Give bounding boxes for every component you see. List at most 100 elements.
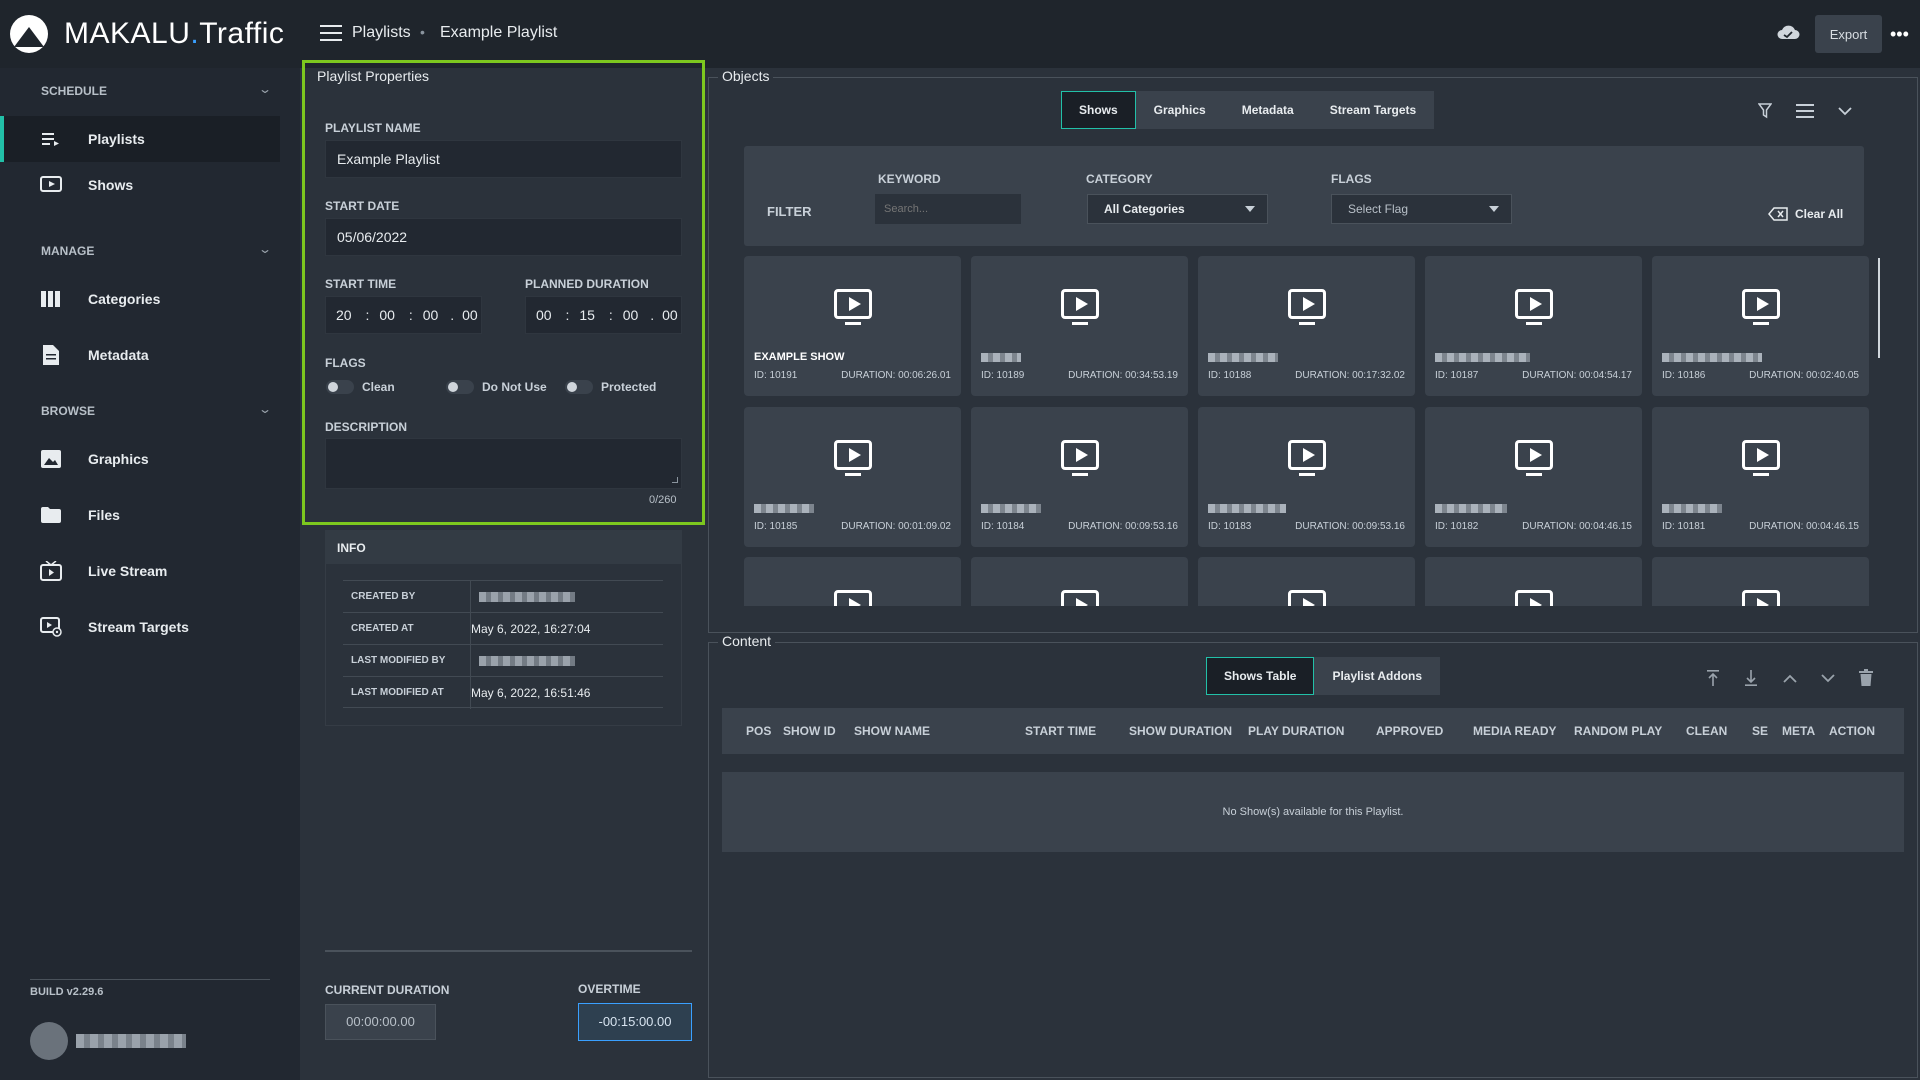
- column-header[interactable]: META: [1782, 724, 1815, 738]
- more-options-icon[interactable]: •••: [1890, 24, 1909, 45]
- show-card[interactable]: [1425, 557, 1642, 606]
- show-card[interactable]: ID: 10183 DURATION: 00:09:53.16: [1198, 407, 1415, 547]
- column-header[interactable]: SHOW NAME: [854, 724, 930, 738]
- time-seconds[interactable]: 00: [423, 307, 439, 323]
- column-header[interactable]: SE: [1752, 724, 1768, 738]
- show-duration: DURATION: 00:17:32.02: [1295, 370, 1405, 381]
- cloud-icon[interactable]: [1776, 24, 1800, 40]
- show-card[interactable]: EXAMPLE SHOW ID: 10191 DURATION: 00:06:26.…: [744, 256, 961, 396]
- show-duration: DURATION: 00:34:53.19: [1068, 370, 1178, 381]
- clean-toggle[interactable]: [326, 380, 354, 394]
- move-down-icon[interactable]: [1821, 674, 1835, 683]
- menu-icon[interactable]: [320, 25, 342, 43]
- chevron-down-icon[interactable]: ⌄: [258, 82, 272, 96]
- section-manage[interactable]: MANAGE: [41, 244, 94, 258]
- playlist-name-field[interactable]: Example Playlist: [325, 140, 682, 178]
- description-label: DESCRIPTION: [325, 420, 408, 434]
- do-not-use-toggle[interactable]: [446, 380, 474, 394]
- tab-stream-targets[interactable]: Stream Targets: [1311, 91, 1435, 129]
- sidebar-item-categories[interactable]: Categories: [0, 276, 280, 322]
- breadcrumb-playlists[interactable]: Playlists: [352, 24, 411, 42]
- time-hours[interactable]: 20: [336, 307, 352, 323]
- sidebar-item-shows[interactable]: Shows: [0, 162, 280, 208]
- duration-hours[interactable]: 00: [536, 307, 552, 323]
- start-time-field[interactable]: 20 :00 :00 . 00: [325, 296, 482, 334]
- column-header[interactable]: SHOW ID: [783, 724, 836, 738]
- column-header[interactable]: APPROVED: [1376, 724, 1443, 738]
- keyword-label: KEYWORD: [878, 172, 941, 186]
- duration-minutes[interactable]: 15: [579, 307, 595, 323]
- show-card[interactable]: [1198, 557, 1415, 606]
- tab-playlist-addons[interactable]: Playlist Addons: [1314, 657, 1441, 695]
- sidebar-item-playlists[interactable]: Playlists: [0, 116, 280, 162]
- protected-toggle[interactable]: [565, 380, 593, 394]
- sidebar-item-graphics[interactable]: Graphics: [0, 436, 280, 482]
- section-schedule[interactable]: SCHEDULE: [41, 84, 107, 98]
- column-header[interactable]: SHOW DURATION: [1129, 724, 1232, 738]
- chevron-down-icon[interactable]: ⌄: [258, 402, 272, 416]
- column-header[interactable]: CLEAN: [1686, 724, 1727, 738]
- clear-all-button[interactable]: Clear All: [1795, 207, 1843, 221]
- sidebar-item-label: Playlists: [88, 131, 145, 147]
- show-card[interactable]: ID: 10185 DURATION: 00:01:09.02: [744, 407, 961, 547]
- column-header[interactable]: ACTION: [1829, 724, 1875, 738]
- show-card[interactable]: ID: 10184 DURATION: 00:09:53.16: [971, 407, 1188, 547]
- column-header[interactable]: MEDIA READY: [1473, 724, 1557, 738]
- description-counter: 0/260: [649, 494, 677, 506]
- sidebar-item-label: Categories: [88, 291, 161, 307]
- column-header[interactable]: PLAY DURATION: [1248, 724, 1344, 738]
- column-header[interactable]: RANDOM PLAY: [1574, 724, 1662, 738]
- category-select-value: All Categories: [1104, 202, 1185, 216]
- show-card[interactable]: [744, 557, 961, 606]
- show-card[interactable]: ID: 10181 DURATION: 00:04:46.15: [1652, 407, 1869, 547]
- show-card[interactable]: ID: 10187 DURATION: 00:04:54.17: [1425, 256, 1642, 396]
- flags-select[interactable]: Select Flag: [1331, 194, 1512, 224]
- video-play-icon: [1515, 590, 1553, 606]
- clear-filter-icon[interactable]: [1768, 207, 1788, 221]
- divider: [30, 979, 270, 980]
- tab-shows-table[interactable]: Shows Table: [1206, 657, 1315, 695]
- show-card[interactable]: [971, 557, 1188, 606]
- sidebar-item-metadata[interactable]: Metadata: [0, 332, 280, 378]
- app-logo[interactable]: MAKALU.Traffic: [0, 0, 300, 68]
- move-to-top-icon[interactable]: [1706, 670, 1720, 686]
- time-frames[interactable]: 00: [462, 307, 478, 323]
- scrollbar[interactable]: [1878, 258, 1880, 358]
- column-header[interactable]: START TIME: [1025, 724, 1096, 738]
- start-date-field[interactable]: 05/06/2022: [325, 218, 682, 256]
- duration-frames[interactable]: 00: [662, 307, 678, 323]
- list-view-icon[interactable]: [1796, 104, 1814, 118]
- content-tabs: Shows Table Playlist Addons: [1206, 657, 1441, 695]
- chevron-down-icon[interactable]: [1838, 107, 1852, 116]
- duration-seconds[interactable]: 00: [623, 307, 639, 323]
- show-card[interactable]: ID: 10186 DURATION: 00:02:40.05: [1652, 256, 1869, 396]
- column-header[interactable]: POS: [746, 724, 771, 738]
- sidebar-item-stream-targets[interactable]: Stream Targets: [0, 604, 280, 650]
- category-select[interactable]: All Categories: [1087, 194, 1268, 224]
- planned-duration-field[interactable]: 00 :15 :00 . 00: [525, 296, 682, 334]
- filter-icon[interactable]: [1758, 103, 1772, 119]
- trash-icon[interactable]: [1859, 669, 1873, 686]
- keyword-search-input[interactable]: [875, 194, 1021, 224]
- sidebar-item-files[interactable]: Files: [0, 492, 280, 538]
- chevron-down-icon[interactable]: ⌄: [258, 242, 272, 256]
- user-name-redacted[interactable]: [76, 1034, 186, 1048]
- show-card[interactable]: ID: 10182 DURATION: 00:04:46.15: [1425, 407, 1642, 547]
- show-card[interactable]: [1652, 557, 1869, 606]
- move-to-bottom-icon[interactable]: [1744, 670, 1758, 686]
- time-minutes[interactable]: 00: [379, 307, 395, 323]
- show-card[interactable]: ID: 10188 DURATION: 00:17:32.02: [1198, 256, 1415, 396]
- avatar[interactable]: [30, 1022, 68, 1060]
- tab-graphics[interactable]: Graphics: [1135, 91, 1224, 129]
- tab-metadata[interactable]: Metadata: [1223, 91, 1312, 129]
- move-up-icon[interactable]: [1783, 674, 1797, 683]
- sidebar-item-live-stream[interactable]: Live Stream: [0, 548, 280, 594]
- tab-shows[interactable]: Shows: [1061, 91, 1136, 129]
- divider: [325, 950, 692, 952]
- show-card[interactable]: ID: 10189 DURATION: 00:34:53.19: [971, 256, 1188, 396]
- resize-handle-icon[interactable]: [672, 477, 678, 483]
- flags-label: FLAGS: [325, 356, 366, 370]
- export-button[interactable]: Export: [1815, 15, 1882, 53]
- description-field[interactable]: [325, 438, 682, 489]
- section-browse[interactable]: BROWSE: [41, 404, 95, 418]
